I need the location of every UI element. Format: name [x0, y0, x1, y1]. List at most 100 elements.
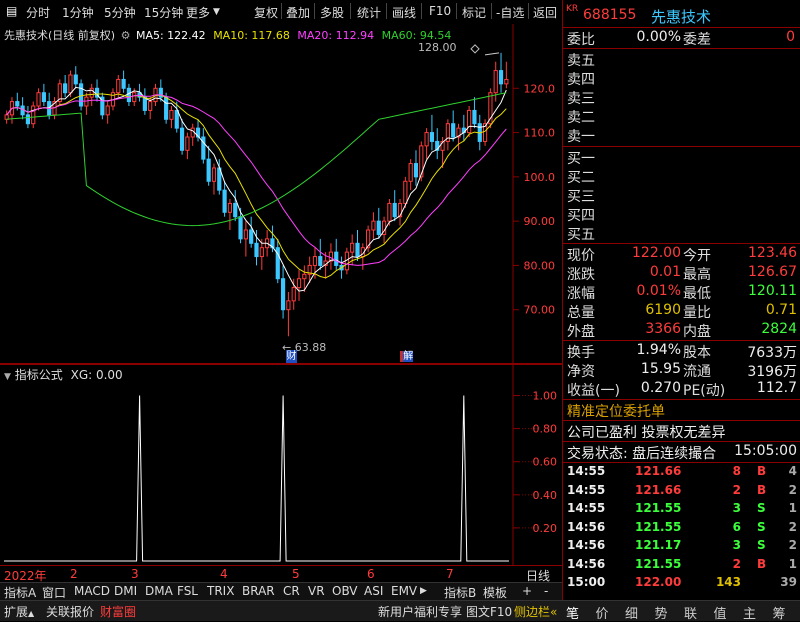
ask2-label: 卖二	[567, 110, 595, 126]
tab-1min[interactable]: 1分钟	[62, 4, 94, 21]
y-tick-label: 70.00	[524, 304, 556, 317]
tab-emv[interactable]: EMV	[391, 584, 417, 600]
tab-dmi[interactable]: DMI	[114, 584, 137, 600]
stat-label: 换手	[567, 345, 595, 361]
quote-tab[interactable]: 笔	[566, 603, 579, 622]
graphic-f10-button[interactable]: 图文F10	[466, 603, 512, 619]
candle-body	[211, 167, 217, 182]
tab-indicator-a[interactable]: 指标A	[4, 584, 36, 600]
tab-fsl[interactable]: FSL	[177, 584, 198, 600]
tab-template[interactable]: 模板	[483, 584, 507, 600]
tab-macd[interactable]: MACD	[74, 584, 110, 600]
tab-trix[interactable]: TRIX	[207, 584, 234, 600]
tick-count: 1	[788, 501, 797, 515]
tick-row: 14:56 121.55 2 B 1	[563, 557, 800, 575]
collapse-arrow-icon[interactable]: ▼	[4, 372, 11, 382]
tab-brar[interactable]: BRAR	[242, 584, 275, 600]
candle-body	[472, 109, 477, 125]
tab-obv[interactable]: OBV	[332, 584, 358, 600]
new-user-welfare-link[interactable]: 新用户福利专享	[378, 603, 462, 619]
candle-body	[296, 278, 302, 289]
precise-order-link[interactable]: 精准定位委托单	[563, 401, 800, 420]
tab-window[interactable]: 窗口	[42, 584, 66, 600]
stat-label: 涨跌	[567, 267, 595, 283]
tab-extend[interactable]: 扩展▲	[4, 603, 34, 619]
stat-value: 7633万	[747, 345, 797, 361]
remove-favorite-button[interactable]: -自选	[496, 4, 524, 21]
stat-row: 总量 6190 量比 0.71	[563, 302, 800, 321]
candle-body	[179, 127, 185, 151]
multi-stock-button[interactable]: 多股	[320, 4, 344, 21]
tick-price: 121.17	[635, 538, 682, 552]
tab-5min[interactable]: 5分钟	[104, 4, 136, 21]
candlestick-chart[interactable]: 120.0 110.0 100.0 90.00 80.00 70.00	[0, 24, 562, 364]
back-button[interactable]: 返回	[533, 4, 557, 21]
quote-tab[interactable]: 主	[743, 603, 756, 622]
stats-button[interactable]: 统计	[357, 4, 381, 21]
dropdown-icon[interactable]: ▼	[213, 7, 220, 17]
quote-tab[interactable]: 值	[714, 603, 727, 622]
ask4-label: 卖四	[567, 72, 595, 88]
order-diff-label: 委差	[683, 32, 711, 48]
add-window-button[interactable]: +	[522, 584, 532, 600]
draw-line-button[interactable]: 画线	[392, 4, 416, 21]
tab-dma[interactable]: DMA	[145, 584, 173, 600]
tab-wealth-circle[interactable]: 财富圈	[100, 603, 136, 619]
remove-window-button[interactable]: -	[544, 584, 548, 600]
candle-body	[493, 70, 498, 94]
candle-body	[429, 132, 435, 142]
tab-asi[interactable]: ASI	[364, 584, 383, 600]
candle-body	[424, 132, 429, 147]
ask5-label: 卖五	[567, 53, 595, 69]
mark-button[interactable]: 标记	[462, 4, 486, 21]
indicator-title[interactable]: 指标公式	[15, 368, 63, 382]
month-label: 3	[131, 567, 139, 581]
unlock-marker[interactable]: 解	[400, 350, 422, 363]
quote-tab[interactable]: 细	[625, 603, 638, 622]
candle-body	[227, 202, 233, 213]
bid5-label: 买五	[567, 227, 595, 243]
candle-body	[63, 83, 68, 94]
y-tick-label: 80.00	[524, 259, 556, 272]
financial-report-marker[interactable]: 财	[286, 350, 297, 363]
fuquan-button[interactable]: 复权	[254, 4, 278, 21]
candle-body	[408, 163, 413, 182]
stat-label: 现价	[567, 248, 595, 264]
indicator-chart[interactable]: 1.00 0.80 0.60 0.40 0.20	[0, 364, 562, 566]
tick-direction: S	[757, 519, 766, 534]
sidebar-toggle[interactable]: 侧边栏«	[514, 603, 557, 619]
candle-body	[169, 109, 174, 120]
quote-tab[interactable]: 势	[655, 603, 668, 622]
f10-button[interactable]: F10	[429, 4, 451, 18]
candle-body	[73, 74, 78, 85]
stat-row: 涨跌 0.01 最高 126.67	[563, 264, 800, 283]
tab-15min[interactable]: 15分钟	[144, 4, 183, 21]
tab-indicator-b[interactable]: 指标B	[444, 584, 476, 600]
tab-cr[interactable]: CR	[283, 584, 300, 600]
menu-icon[interactable]: ▤	[6, 4, 17, 18]
quote-tab[interactable]: 筹	[773, 603, 786, 622]
candle-body	[185, 136, 190, 151]
tick-count: 1	[788, 556, 797, 571]
tick-volume: 3	[732, 501, 741, 515]
tick-time: 14:56	[567, 556, 606, 571]
overlay-button[interactable]: 叠加	[286, 4, 310, 21]
candle-body	[254, 242, 259, 258]
tab-related-quotes[interactable]: 关联报价	[46, 603, 94, 619]
ma10-legend: MA10: 117.68	[213, 29, 290, 42]
tab-vr[interactable]: VR	[308, 584, 325, 600]
tick-count: 2	[788, 482, 797, 497]
tick-time: 14:55	[567, 482, 606, 497]
stat-value: 0.01%	[636, 283, 681, 299]
quote-panel-tabs: 笔价细势联值主筹	[562, 600, 800, 622]
tab-fenshi[interactable]: 分时	[26, 4, 50, 21]
tab-more[interactable]: 更多	[186, 4, 210, 21]
tick-price: 121.66	[635, 464, 682, 478]
settings-gear-icon[interactable]: ⚙	[121, 29, 131, 42]
candle-body	[504, 78, 509, 85]
candle-body	[206, 158, 211, 182]
quote-tab[interactable]: 价	[596, 603, 609, 622]
candle-body	[302, 273, 307, 280]
quote-tab[interactable]: 联	[684, 603, 697, 622]
candle-body	[413, 163, 419, 178]
